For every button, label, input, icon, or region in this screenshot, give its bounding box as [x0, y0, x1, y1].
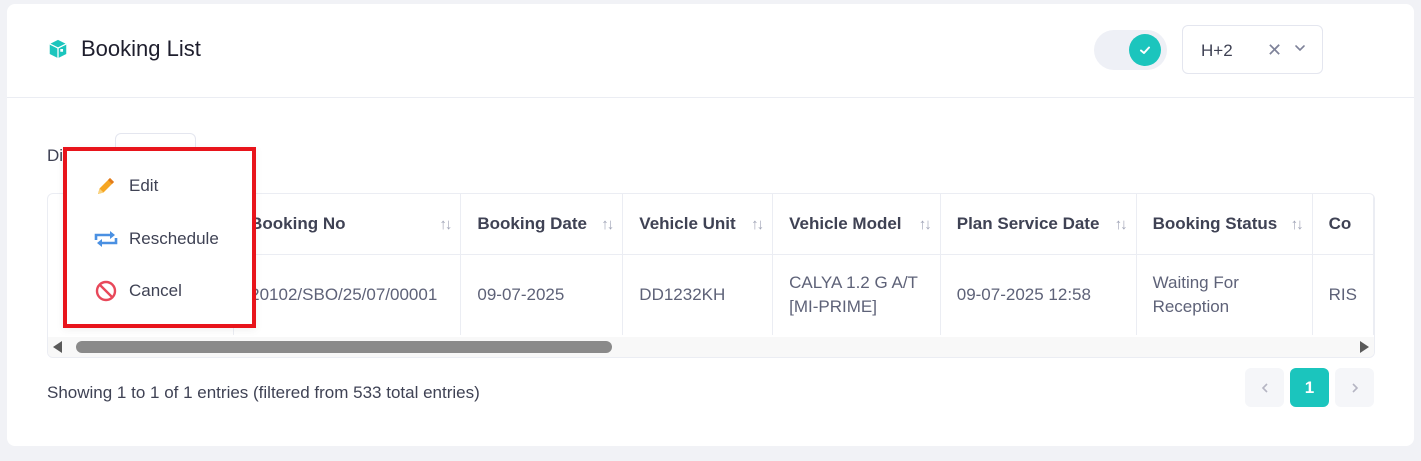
title-wrap: Booking List: [47, 36, 201, 62]
column-header-booking-date[interactable]: Booking Date ↑↓: [460, 194, 624, 255]
menu-item-label: Reschedule: [129, 229, 219, 248]
cell-booking-status: Waiting For Reception: [1136, 254, 1313, 335]
page-title: Booking List: [81, 36, 201, 61]
column-label: Booking Status: [1152, 213, 1278, 233]
pencil-icon: [93, 173, 119, 199]
column-header-booking-no[interactable]: Booking No ↑↓: [233, 194, 462, 255]
column-label: Plan Service Date: [956, 213, 1100, 233]
chevron-left-icon: [1261, 382, 1268, 393]
ban-icon: [93, 278, 119, 304]
toggle-knob: [1129, 34, 1161, 66]
filter-select[interactable]: H+2 ✕: [1182, 25, 1323, 74]
sort-icon[interactable]: ↑↓: [919, 216, 932, 233]
menu-item-cancel[interactable]: Cancel: [93, 278, 182, 304]
card-header: Booking List H+2 ✕: [7, 4, 1414, 98]
row-action-menu: Edit Reschedule Cancel: [63, 147, 256, 328]
menu-item-label: Edit: [129, 176, 159, 195]
previous-page-button[interactable]: [1245, 368, 1284, 407]
chevron-down-icon[interactable]: [1293, 41, 1307, 55]
sort-icon[interactable]: ↑↓: [601, 216, 614, 233]
chevron-right-icon: [1351, 382, 1358, 393]
column-label: Co: [1328, 213, 1352, 233]
cell-vehicle-unit: DD1232KH: [622, 254, 774, 335]
mode-toggle[interactable]: [1094, 30, 1167, 70]
cell-vehicle-model: CALYA 1.2 G A/T [MI-PRIME]: [772, 254, 941, 335]
horizontal-scrollbar[interactable]: [48, 337, 1374, 357]
filter-select-value: H+2: [1201, 41, 1233, 60]
scroll-left-arrow-icon[interactable]: [53, 341, 62, 353]
column-header-vehicle-unit[interactable]: Vehicle Unit ↑↓: [622, 194, 774, 255]
column-header-booking-status[interactable]: Booking Status ↑↓: [1136, 194, 1313, 255]
column-header-vehicle-model[interactable]: Vehicle Model ↑↓: [772, 194, 941, 255]
sort-icon[interactable]: ↑↓: [1291, 216, 1304, 233]
column-label: Booking Date: [477, 213, 587, 233]
sort-icon[interactable]: ↑↓: [1115, 216, 1128, 233]
box-icon: [49, 39, 67, 59]
sort-icon[interactable]: ↑↓: [439, 216, 452, 233]
clear-icon[interactable]: ✕: [1267, 40, 1282, 61]
sort-icon[interactable]: ↑↓: [751, 216, 764, 233]
pagination: 1: [1245, 368, 1374, 407]
scroll-thumb[interactable]: [76, 341, 612, 353]
menu-item-label: Cancel: [129, 281, 182, 300]
column-header-plan-service-date[interactable]: Plan Service Date ↑↓: [940, 194, 1137, 255]
cell-plan-service-date: 09-07-2025 12:58: [940, 254, 1137, 335]
column-label: Vehicle Model: [789, 213, 902, 233]
cell-booking-no: 20102/SBO/25/07/00001: [233, 254, 462, 335]
scroll-right-arrow-icon[interactable]: [1360, 341, 1369, 353]
next-page-button[interactable]: [1335, 368, 1374, 407]
menu-item-edit[interactable]: Edit: [93, 173, 158, 199]
cell-booking-date: 09-07-2025: [460, 254, 624, 335]
menu-item-reschedule[interactable]: Reschedule: [93, 226, 219, 252]
display-label: Di: [47, 146, 64, 165]
column-header-co[interactable]: Co: [1312, 194, 1374, 255]
check-icon: [1140, 46, 1150, 54]
cell-co: RIS: [1312, 254, 1374, 335]
page-button-current[interactable]: 1: [1290, 368, 1329, 407]
repeat-icon: [93, 226, 119, 252]
table-info: Showing 1 to 1 of 1 entries (filtered fr…: [47, 383, 480, 402]
column-label: Booking No: [250, 213, 346, 233]
column-label: Vehicle Unit: [639, 213, 736, 233]
